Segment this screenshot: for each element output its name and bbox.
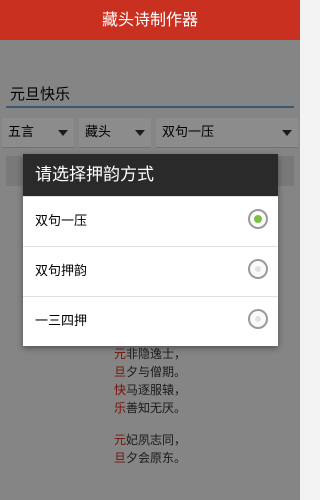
app-title: 藏头诗制作器 xyxy=(101,10,198,29)
radio-unchecked-icon[interactable] xyxy=(248,259,268,279)
rhyme-option-2[interactable]: 双句押韵 xyxy=(23,246,278,296)
rhyme-option-label: 双句一压 xyxy=(35,214,88,229)
dialog-title: 请选择押韵方式 xyxy=(23,154,278,196)
rhyme-option-label: 双句押韵 xyxy=(35,264,88,279)
rhyme-option-3[interactable]: 一三四押 xyxy=(23,296,278,346)
rhyme-option-label: 一三四押 xyxy=(35,314,88,329)
radio-unchecked-icon[interactable] xyxy=(248,309,268,329)
rhyme-dialog: 请选择押韵方式 双句一压 双句押韵 一三四押 xyxy=(23,154,278,346)
rhyme-option-1[interactable]: 双句一压 xyxy=(23,196,278,246)
app-title-bar: 藏头诗制作器 xyxy=(0,0,300,40)
radio-checked-icon[interactable] xyxy=(248,209,268,229)
